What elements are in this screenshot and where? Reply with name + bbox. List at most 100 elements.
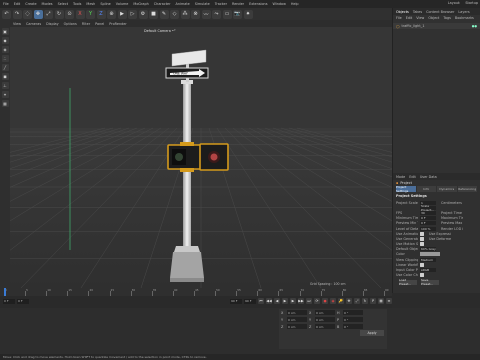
attribute-checkbox[interactable]	[420, 236, 424, 241]
go-to-start-icon[interactable]: ⏮	[258, 298, 264, 304]
coordinate-field[interactable]: 0 cm	[287, 310, 307, 315]
apply-button[interactable]: Apply	[360, 330, 384, 336]
point-level-icon[interactable]: ▦	[378, 298, 384, 304]
menu-help[interactable]: Help	[291, 2, 299, 6]
render-settings-icon[interactable]: ⚙	[138, 9, 148, 19]
menu-extensions[interactable]: Extensions	[249, 2, 267, 6]
layout-switcher[interactable]: Layout: Startup	[448, 1, 478, 5]
attr-menu-0[interactable]: Mode	[396, 175, 405, 179]
menu-edit[interactable]: Edit	[14, 2, 21, 6]
coordinate-field[interactable]: 0 °	[343, 310, 363, 315]
menu-tools[interactable]: Tools	[73, 2, 81, 6]
menu-animate[interactable]: Animate	[176, 2, 190, 6]
play-icon[interactable]: ▶	[282, 298, 288, 304]
floor-icon[interactable]: ▭	[222, 9, 232, 19]
edges-mode-icon[interactable]: ╱	[1, 64, 9, 71]
param-key-icon[interactable]: P	[370, 298, 376, 304]
render-view-icon[interactable]: ▶	[117, 9, 127, 19]
redo-icon[interactable]: ↷	[12, 9, 22, 19]
scale-icon[interactable]: ⤢	[44, 9, 53, 19]
coord-icon[interactable]: ⊕	[107, 9, 116, 19]
menu-mograph[interactable]: MoGraph	[133, 2, 148, 6]
3d-viewport[interactable]: View Cameras Display Options Filter Panel ProR…	[10, 20, 392, 288]
live-select-icon[interactable]: ◌	[23, 9, 32, 19]
attribute-value-field[interactable]: 0 F	[420, 216, 436, 221]
deformer-icon[interactable]: ⤳	[212, 9, 221, 19]
model-mode-icon[interactable]: ◆	[1, 37, 9, 44]
array-icon[interactable]: ⁂	[180, 9, 190, 19]
spline-icon[interactable]: 〰	[201, 9, 211, 19]
polygons-mode-icon[interactable]: ◼	[1, 73, 9, 80]
render-pv-icon[interactable]: ▷	[128, 9, 137, 19]
menu-simulate[interactable]: Simulate	[195, 2, 210, 6]
coordinate-field[interactable]: 0 °	[343, 317, 363, 322]
current-frame-field[interactable]: 0 F	[17, 298, 29, 304]
light-icon[interactable]: ✷	[243, 9, 253, 19]
menu-select[interactable]: Select	[58, 2, 68, 6]
attr-menu-1[interactable]: Edit	[409, 175, 416, 179]
rotate-icon[interactable]: ↻	[54, 9, 64, 19]
object-row[interactable]: ⬡ traffic_light_1 ●●	[393, 23, 480, 29]
layout-label-1[interactable]: Startup	[465, 1, 478, 5]
object-name[interactable]: traffic_light_1	[402, 24, 425, 28]
make-editable-icon[interactable]: ▣	[1, 28, 9, 35]
attribute-value-field[interactable]: 0 F	[420, 221, 436, 226]
panel-tab-2[interactable]: Content Browser	[426, 10, 454, 14]
panel-tab-1[interactable]: Takes	[413, 10, 422, 14]
max-frame-field[interactable]: 90 F	[244, 298, 256, 304]
cube-icon[interactable]: ■	[149, 9, 158, 19]
prev-frame-icon[interactable]: ◀	[274, 298, 280, 304]
menu-create[interactable]: Create	[25, 2, 36, 6]
position-key-icon[interactable]: ✥	[346, 298, 352, 304]
go-to-end-icon[interactable]: ⏭	[306, 298, 312, 304]
attribute-value-field[interactable]: Scale Project...	[420, 204, 436, 212]
attr-menu-2[interactable]: User Data	[420, 175, 437, 179]
autokey-icon[interactable]: ◉	[330, 298, 336, 304]
color-swatch[interactable]	[420, 252, 440, 257]
snap-icon[interactable]: ⌖	[1, 91, 9, 98]
attr-tab-3[interactable]: Referencing	[457, 186, 477, 192]
coordinate-field[interactable]: 0 cm	[315, 317, 335, 322]
attribute-checkbox[interactable]	[420, 242, 424, 247]
menu-tracker[interactable]: Tracker	[215, 2, 227, 6]
timeline-ruler[interactable]: 0 5 10 15 20 25 30 35 40 45 50 55 60 65 70 75 80 85 90	[0, 288, 392, 296]
menu-spline[interactable]: Spline	[100, 2, 110, 6]
preset-button-0[interactable]: Load Preset...	[399, 278, 417, 286]
attribute-value-field[interactable]: 60% Gray	[420, 247, 436, 252]
attribute-value-field[interactable]: sRGB	[420, 268, 436, 273]
timeline-menu-icon[interactable]: ≡	[386, 298, 392, 304]
loop-icon[interactable]: ⟳	[314, 298, 320, 304]
object-menu-file[interactable]: File	[396, 16, 402, 20]
end-frame-field[interactable]: 90 F	[230, 298, 242, 304]
menu-character[interactable]: Character	[154, 2, 171, 6]
subdiv-icon[interactable]: ◇	[170, 9, 179, 19]
prev-key-icon[interactable]: ◀◀	[266, 298, 272, 304]
object-menu-edit[interactable]: Edit	[406, 16, 413, 20]
coordinate-field[interactable]: 0 °	[343, 324, 363, 329]
attr-tab-0[interactable]: Project Settings	[396, 185, 416, 193]
attribute-value-field[interactable]: 30	[420, 210, 436, 215]
menu-mesh[interactable]: Mesh	[86, 2, 95, 6]
object-menu-object[interactable]: Object	[428, 16, 439, 20]
menu-file[interactable]: File	[3, 2, 9, 6]
menu-modes[interactable]: Modes	[42, 2, 53, 6]
workplane-icon[interactable]: ▦	[1, 100, 9, 107]
preset-button-1[interactable]: Save Preset...	[421, 278, 439, 286]
coordinate-field[interactable]: 0 cm	[287, 324, 307, 329]
playhead[interactable]	[4, 288, 6, 296]
object-menu-bookmarks[interactable]: Bookmarks	[455, 16, 474, 20]
attr-tab-2[interactable]: Dynamics	[437, 186, 457, 192]
rotation-key-icon[interactable]: ↻	[362, 298, 368, 304]
z-axis-icon[interactable]: Z	[96, 9, 106, 19]
menu-render[interactable]: Render	[232, 2, 244, 6]
panel-tab-0[interactable]: Objects	[396, 10, 409, 14]
keyframe-selection-icon[interactable]: 🔑	[338, 298, 344, 304]
menu-window[interactable]: Window	[272, 2, 285, 6]
attribute-value-field[interactable]: 100 %	[420, 226, 436, 231]
y-axis-icon[interactable]: Y	[86, 9, 95, 19]
object-menu-tags[interactable]: Tags	[443, 16, 451, 20]
start-frame-field[interactable]: 0 F	[3, 298, 15, 304]
coordinate-field[interactable]: 0 cm	[287, 317, 307, 322]
axis-mode-icon[interactable]: ⊥	[1, 82, 9, 89]
pen-icon[interactable]: ✎	[159, 9, 169, 19]
